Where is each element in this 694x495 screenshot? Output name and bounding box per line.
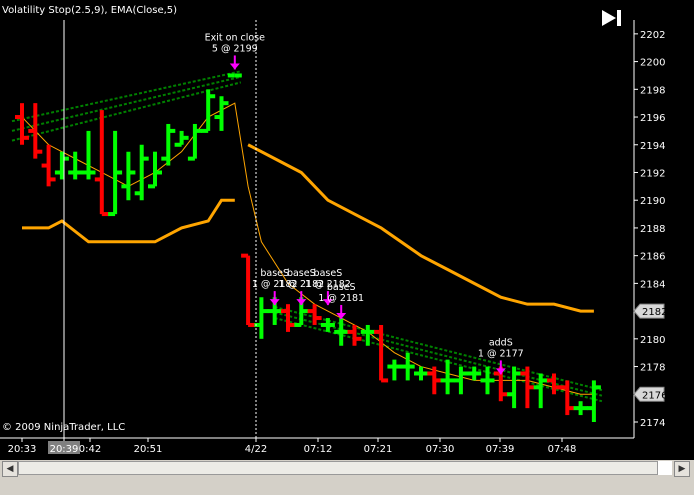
price-tick-label: 2192 <box>640 168 665 179</box>
time-tick-label: 07:21 <box>364 444 393 455</box>
price-chart[interactable]: Volatility Stop(2.5,9), EMA(Close,5) © 2… <box>0 0 694 495</box>
time-tick-label: 20:33 <box>8 444 37 455</box>
price-tick-label: 2190 <box>640 196 665 207</box>
price-tick-label: 2202 <box>640 30 665 41</box>
chevron-right-icon[interactable]: ▶ <box>674 461 690 477</box>
chevron-left-icon[interactable]: ◀ <box>2 461 18 477</box>
price-tick-label: 2196 <box>640 113 665 124</box>
price-tick-label: 2186 <box>640 252 665 263</box>
time-tick-label: 0:42 <box>79 444 101 455</box>
signal-label: 1 @ 2181 <box>318 293 364 304</box>
signal-label: baseS <box>314 268 343 279</box>
price-tick-label: 2200 <box>640 58 665 69</box>
time-tick-label: 20:39 <box>50 444 79 455</box>
signal-label: 5 @ 2199 <box>212 43 258 54</box>
price-tick-label: 2184 <box>640 279 665 290</box>
price-tick-label: 2198 <box>640 85 665 96</box>
last-price-tag-label: 2182 <box>642 307 667 318</box>
skip-to-end-icon[interactable] <box>600 9 624 27</box>
signal-label: 1 @ 2177 <box>478 348 524 359</box>
price-tick-label: 2194 <box>640 141 665 152</box>
time-tick-label: 20:51 <box>134 444 163 455</box>
last-price-tag-label: 2176 <box>642 390 667 401</box>
horizontal-scrollbar[interactable]: ◀ ▶ <box>0 460 694 495</box>
time-tick-label: 07:30 <box>426 444 455 455</box>
price-tick-label: 2188 <box>640 224 665 235</box>
signal-label: addS <box>489 337 513 348</box>
scroll-thumb[interactable] <box>18 461 658 475</box>
signal-label: baseS <box>287 268 316 279</box>
time-tick-label: 4/22 <box>245 444 267 455</box>
signal-label: baseS <box>327 282 356 293</box>
price-tick-label: 2180 <box>640 335 665 346</box>
time-tick-label: 07:12 <box>304 444 333 455</box>
indicator-label: Volatility Stop(2.5,9), EMA(Close,5) <box>2 5 177 16</box>
signal-label: baseS <box>260 268 289 279</box>
price-tick-label: 2174 <box>640 418 665 429</box>
chart-background <box>0 0 694 495</box>
time-tick-label: 07:48 <box>548 444 577 455</box>
price-tick-label: 2178 <box>640 363 665 374</box>
time-tick-label: 07:39 <box>486 444 515 455</box>
